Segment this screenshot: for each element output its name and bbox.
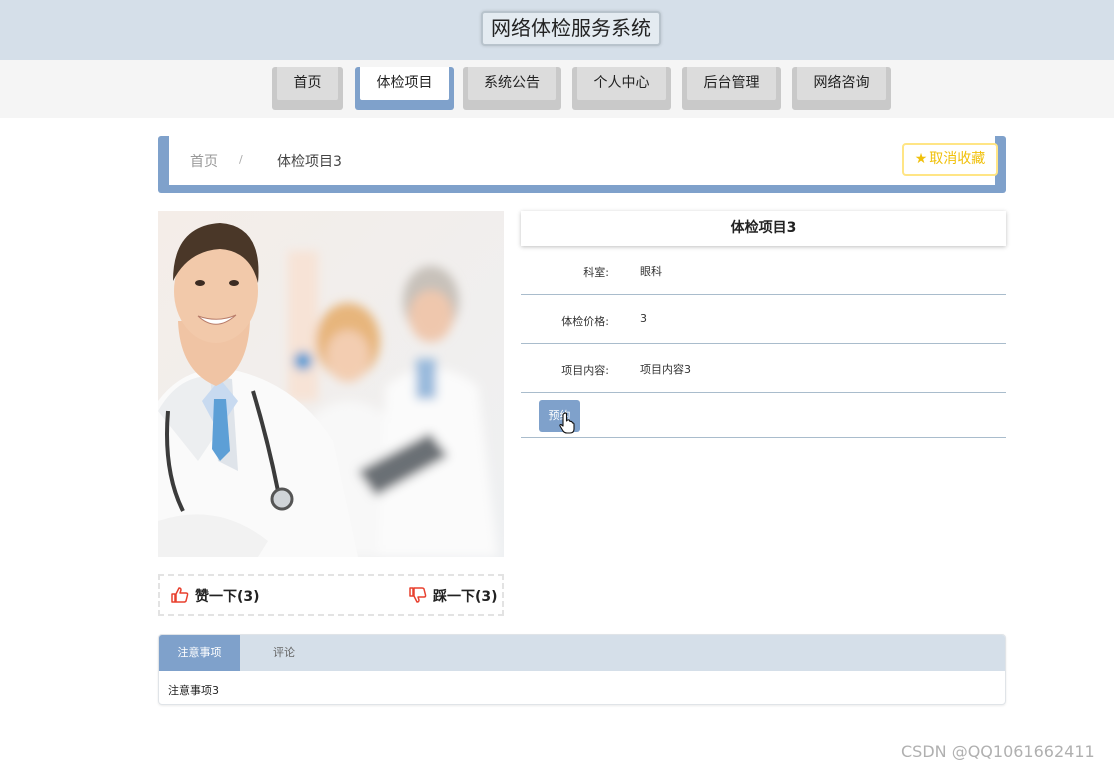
breadcrumb-separator: / [239, 153, 243, 166]
field-row-price: 体检价格: 3 [521, 295, 1006, 344]
field-value: 眼科 [640, 265, 662, 278]
nav-item-label: 个人中心 [577, 67, 666, 100]
breadcrumb-current: 体检项目3 [277, 154, 342, 170]
field-row-department: 科室: 眼科 [521, 246, 1006, 295]
tabs-panel: 注意事项 评论 注意事项3 [158, 634, 1006, 705]
breadcrumb-home-link[interactable]: 首页 [190, 151, 218, 171]
unfavorite-label: 取消收藏 [929, 151, 986, 167]
nav-item-label: 网络咨询 [797, 67, 886, 100]
tab-notes[interactable]: 注意事项 [159, 635, 240, 671]
star-icon: ★ [914, 151, 928, 167]
nav-item-profile[interactable]: 个人中心 [572, 67, 671, 110]
thumbs-down-icon [409, 587, 427, 603]
booking-row: 预约 [521, 394, 1006, 438]
field-label: 项目内容: [561, 364, 609, 377]
main-nav: 首页 体检项目 系统公告 个人中心 后台管理 网络咨询 [0, 60, 1114, 118]
nav-item-label: 首页 [277, 67, 338, 100]
nav-item-label: 体检项目 [360, 67, 449, 100]
like-label: 赞一下(3) [195, 589, 260, 605]
breadcrumb-bar: 首页 / 体检项目3 ★ 取消收藏 [158, 136, 1006, 193]
thumbs-up-icon [171, 587, 189, 603]
field-label: 科室: [583, 266, 609, 279]
nav-item-label: 后台管理 [687, 67, 776, 100]
nav-item-home[interactable]: 首页 [272, 67, 343, 110]
watermark: CSDN @QQ1061662411 [901, 742, 1095, 761]
site-header: 网络体检服务系统 [0, 0, 1114, 60]
nav-item-label: 系统公告 [468, 67, 556, 100]
breadcrumb: 首页 / 体检项目3 ★ 取消收藏 [169, 136, 998, 185]
vote-box: 赞一下(3) 踩一下(3) [158, 574, 504, 616]
nav-item-consult[interactable]: 网络咨询 [792, 67, 891, 110]
site-title: 网络体检服务系统 [481, 11, 661, 46]
tabs-bar: 注意事项 评论 [159, 635, 1005, 671]
dislike-label: 踩一下(3) [433, 589, 498, 605]
doctor-photo [158, 211, 504, 557]
nav-item-admin[interactable]: 后台管理 [682, 67, 781, 110]
tab-comments[interactable]: 评论 [246, 635, 322, 671]
field-row-content: 项目内容: 项目内容3 [521, 344, 1006, 393]
field-value: 3 [640, 312, 647, 325]
tab-content: 注意事项3 [168, 684, 219, 697]
field-label: 体检价格: [561, 315, 609, 328]
nav-item-announcements[interactable]: 系统公告 [463, 67, 561, 110]
hand-cursor-icon [559, 412, 575, 434]
dislike-button[interactable]: 踩一下(3) [409, 586, 498, 606]
nav-item-checkup-items[interactable]: 体检项目 [355, 67, 454, 110]
unfavorite-button[interactable]: ★ 取消收藏 [902, 143, 998, 176]
field-value: 项目内容3 [640, 363, 691, 376]
item-title: 体检项目3 [521, 211, 1006, 246]
like-button[interactable]: 赞一下(3) [171, 586, 260, 606]
